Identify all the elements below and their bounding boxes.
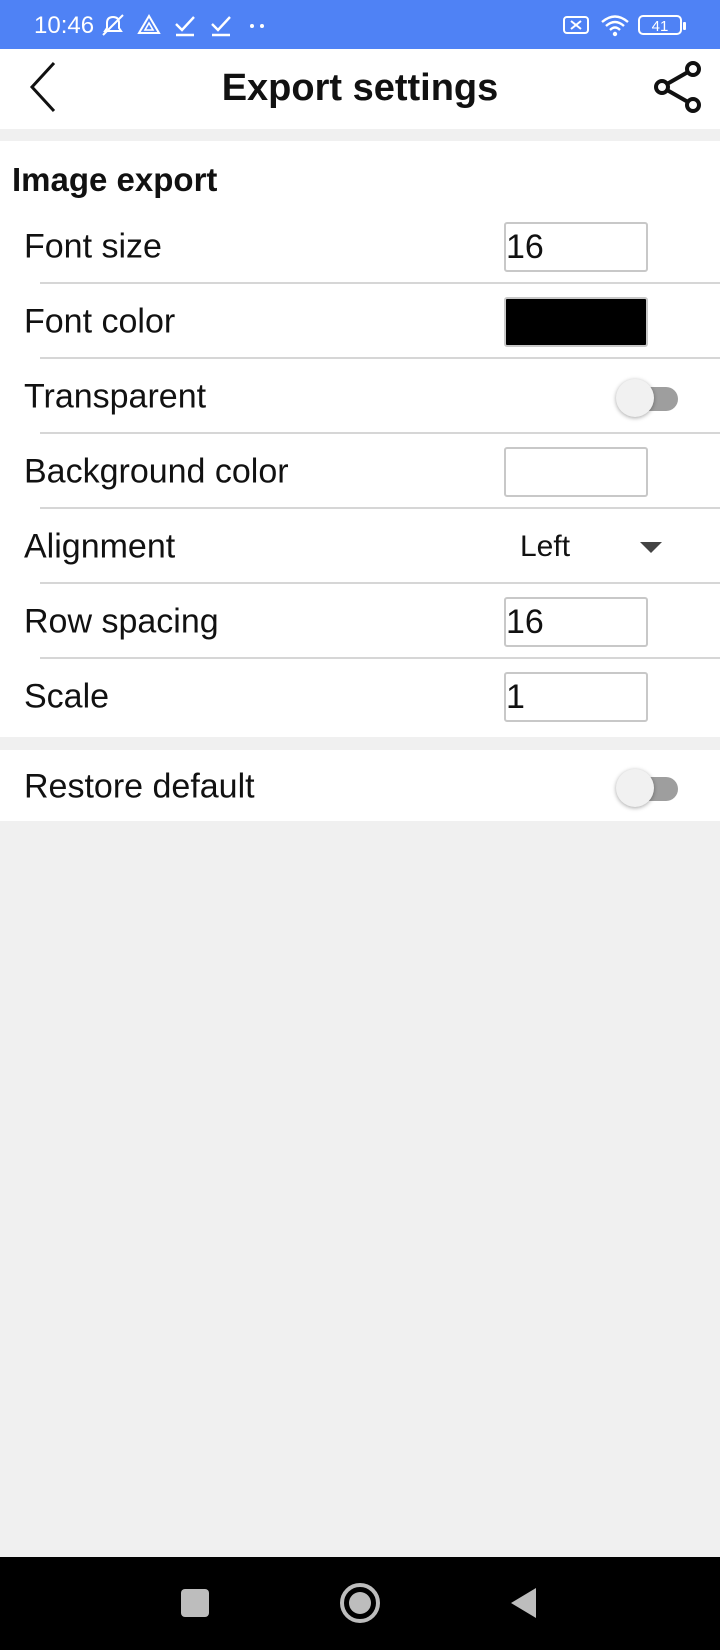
section-title: Image export	[12, 161, 218, 198]
home-circle-icon	[339, 1582, 381, 1629]
divider	[40, 357, 720, 359]
background-color-swatch[interactable]	[504, 447, 648, 497]
background-color-row: Background color	[0, 435, 720, 509]
alignment-dropdown[interactable]: Left	[504, 524, 686, 570]
back-triangle-icon	[509, 1586, 539, 1625]
navigation-bar	[0, 1557, 720, 1650]
font-size-label: Font size	[24, 227, 162, 266]
font-color-label: Font color	[24, 302, 176, 341]
alignment-row: Alignment Left	[0, 510, 720, 584]
font-size-value: 16	[506, 228, 544, 266]
alignment-value: Left	[520, 530, 571, 563]
font-size-row: Font size 16	[0, 210, 720, 284]
restore-section: Restore default	[0, 750, 720, 821]
scale-label: Scale	[24, 677, 110, 716]
check-icon	[208, 12, 234, 38]
status-bar: 10:46 41	[0, 0, 720, 49]
page-title: Export settings	[221, 67, 499, 109]
restore-default-toggle[interactable]	[616, 767, 682, 807]
divider	[40, 507, 720, 509]
font-color-row: Font color	[0, 285, 720, 359]
scale-input[interactable]: 1	[504, 672, 648, 722]
row-spacing-label: Row spacing	[24, 602, 219, 641]
no-sim-icon	[562, 12, 589, 38]
restore-default-label: Restore default	[24, 767, 255, 806]
transparent-label: Transparent	[24, 377, 207, 416]
muted-alarm-icon	[100, 12, 126, 38]
divider	[40, 657, 720, 659]
status-time: 10:46	[34, 12, 95, 39]
recents-square-icon	[180, 1588, 210, 1623]
row-spacing-value: 16	[506, 603, 544, 641]
image-export-section: Image export Font size 16 Font color Tra…	[0, 141, 720, 737]
back-nav-button[interactable]	[496, 1577, 552, 1633]
font-color-swatch[interactable]	[504, 297, 648, 347]
divider	[40, 432, 720, 434]
alignment-label: Alignment	[24, 527, 176, 566]
share-button[interactable]	[648, 59, 708, 119]
transparent-toggle[interactable]	[616, 377, 682, 417]
row-spacing-row: Row spacing 16	[0, 585, 720, 659]
wifi-icon	[600, 12, 629, 38]
scale-value: 1	[506, 678, 525, 716]
check-icon	[172, 12, 198, 38]
battery-icon: 41	[638, 15, 686, 35]
status-icons-right: 41	[562, 12, 686, 38]
caret-down-icon	[640, 542, 662, 553]
restore-default-row: Restore default	[0, 750, 720, 824]
transparent-row: Transparent	[0, 360, 720, 434]
divider	[40, 282, 720, 284]
status-icons-left	[100, 12, 270, 38]
home-button[interactable]	[332, 1577, 388, 1633]
row-spacing-input[interactable]: 16	[504, 597, 648, 647]
toggle-thumb	[616, 379, 654, 417]
share-icon	[653, 60, 703, 118]
background-color-label: Background color	[24, 452, 289, 491]
scale-row: Scale 1	[0, 660, 720, 734]
divider	[40, 582, 720, 584]
font-size-input[interactable]: 16	[504, 222, 648, 272]
toggle-thumb	[616, 769, 654, 807]
recents-button[interactable]	[167, 1577, 223, 1633]
more-dots-icon	[244, 12, 270, 38]
app-bar: Export settings	[0, 49, 720, 129]
drive-icon	[136, 12, 162, 38]
